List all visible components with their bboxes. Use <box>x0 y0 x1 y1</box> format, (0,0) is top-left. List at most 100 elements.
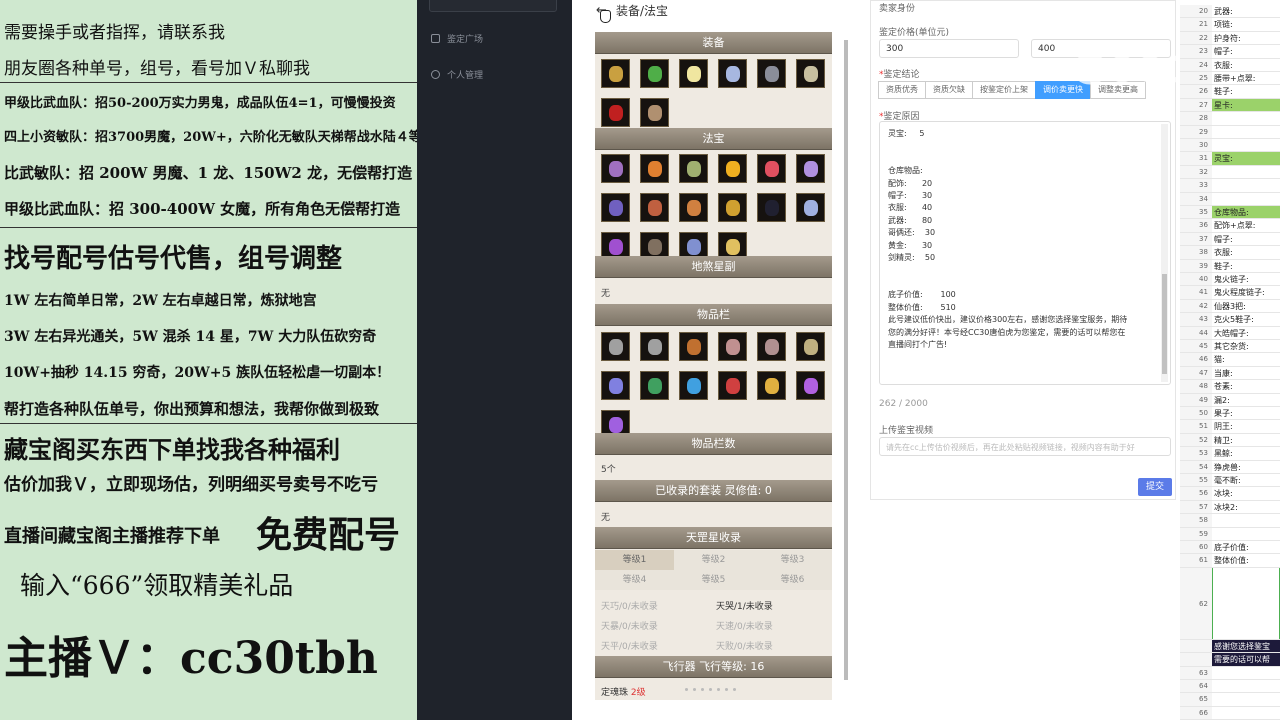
sheet-row[interactable]: 38 衣服: <box>1180 246 1280 260</box>
item-slot[interactable] <box>679 154 708 183</box>
item-slot[interactable] <box>679 193 708 222</box>
item-slot[interactable] <box>640 193 669 222</box>
tab-level[interactable]: 等级3 <box>753 550 832 570</box>
conclusion-option[interactable]: 资质优秀 <box>878 81 926 99</box>
item-slot[interactable] <box>796 371 825 400</box>
sheet-row[interactable]: 36 配饰+点翠: <box>1180 219 1280 233</box>
sheet-row[interactable]: 23 帽子: <box>1180 45 1280 59</box>
sidebar-item-square[interactable]: 鉴定广场 <box>431 32 483 45</box>
item-slot[interactable] <box>718 332 747 361</box>
sheet-row[interactable]: 61 整体价值: <box>1180 554 1280 568</box>
sheet-row[interactable]: 46 猫: <box>1180 353 1280 367</box>
sheet-row[interactable]: 47 当康: <box>1180 366 1280 381</box>
sheet-row[interactable]: 51 阴王: <box>1180 420 1280 434</box>
sheet-row[interactable]: 24 衣服: <box>1180 58 1280 72</box>
item-slot[interactable] <box>757 59 786 88</box>
sheet-row[interactable]: 39 鞋子: <box>1180 259 1280 273</box>
sheet-row[interactable]: 59 <box>1180 527 1280 541</box>
sheet-row[interactable]: 需要的话可以帮 <box>1180 653 1280 667</box>
sheet-row[interactable]: 56 冰块: <box>1180 487 1280 501</box>
item-slot[interactable] <box>796 332 825 361</box>
sidebar-select[interactable] <box>429 0 557 12</box>
tab-level[interactable]: 等级4 <box>595 570 674 590</box>
sheet-row[interactable]: 63 <box>1180 666 1280 680</box>
sheet-row[interactable]: 33 <box>1180 179 1280 193</box>
sheet-row[interactable]: 30 <box>1180 139 1280 153</box>
pagination-dots[interactable] <box>685 688 736 691</box>
item-slot[interactable] <box>679 59 708 88</box>
scrollbar[interactable] <box>844 40 848 680</box>
sheet-row[interactable]: 52 精卫: <box>1180 433 1280 448</box>
sheet-row[interactable]: 48 苍素: <box>1180 380 1280 394</box>
item-slot[interactable] <box>640 154 669 183</box>
conclusion-option[interactable]: 资质欠缺 <box>925 81 973 99</box>
item-slot[interactable] <box>640 98 669 127</box>
price-min-input[interactable]: 300 <box>879 39 1019 58</box>
item-slot[interactable] <box>718 59 747 88</box>
sheet-row[interactable]: 37 帽子: <box>1180 232 1280 247</box>
sheet-row[interactable]: 58 <box>1180 514 1280 528</box>
sheet-row[interactable]: 20 武器: <box>1180 5 1280 19</box>
item-slot[interactable] <box>796 193 825 222</box>
tab-level[interactable]: 等级6 <box>753 570 832 590</box>
sheet-row[interactable]: 35 仓库物品: <box>1180 206 1280 220</box>
sheet-row[interactable]: 44 大皓帽子: <box>1180 326 1280 340</box>
sheet-row[interactable]: 25 腰带+点翠: <box>1180 72 1280 86</box>
sheet-row[interactable]: 27 星卡: <box>1180 98 1280 113</box>
sheet-row[interactable]: 34 <box>1180 192 1280 206</box>
sheet-row[interactable]: 60 底子价值: <box>1180 541 1280 555</box>
item-slot[interactable] <box>640 371 669 400</box>
sheet-row[interactable]: 29 <box>1180 125 1280 139</box>
item-slot[interactable] <box>679 332 708 361</box>
sidebar-item-personal[interactable]: 个人管理 <box>431 68 483 81</box>
sheet-row[interactable]: 54 狰虎兽: <box>1180 460 1280 474</box>
item-slot[interactable] <box>757 371 786 400</box>
item-slot[interactable] <box>601 332 630 361</box>
sheet-row[interactable]: 49 漏2: <box>1180 393 1280 407</box>
item-slot[interactable] <box>718 154 747 183</box>
tab-level[interactable]: 等级2 <box>674 550 753 570</box>
sheet-row[interactable]: 64 <box>1180 680 1280 694</box>
sheet-row[interactable]: 21 项链: <box>1180 18 1280 32</box>
item-slot[interactable] <box>601 98 630 127</box>
sheet-row[interactable]: 45 其它杂货: <box>1180 340 1280 354</box>
tab-level[interactable]: 等级5 <box>674 570 753 590</box>
sheet-row[interactable]: 32 <box>1180 165 1280 180</box>
sheet-row[interactable]: 55 毫不断: <box>1180 474 1280 488</box>
item-slot[interactable] <box>757 193 786 222</box>
sheet-row[interactable]: 28 <box>1180 112 1280 126</box>
sheet-row[interactable]: 42 仙器3把: <box>1180 299 1280 314</box>
sheet-row[interactable]: 66 <box>1180 706 1280 720</box>
sheet-row[interactable]: 26 鞋子: <box>1180 85 1280 99</box>
sheet-row[interactable]: 65 <box>1180 693 1280 707</box>
sheet-row-large[interactable]: 62 <box>1180 567 1280 640</box>
item-slot[interactable] <box>601 154 630 183</box>
sheet-row[interactable]: 53 黑鲸: <box>1180 447 1280 461</box>
sheet-row[interactable]: 41 鬼火程度链子: <box>1180 286 1280 300</box>
item-slot[interactable] <box>718 193 747 222</box>
item-slot[interactable] <box>757 154 786 183</box>
item-slot[interactable] <box>679 371 708 400</box>
sheet-row[interactable]: 22 护身符: <box>1180 31 1280 46</box>
item-slot[interactable] <box>796 59 825 88</box>
submit-button[interactable]: 提交 <box>1138 478 1172 496</box>
item-slot[interactable] <box>796 154 825 183</box>
sheet-row[interactable]: 43 克火5鞋子: <box>1180 313 1280 327</box>
item-slot[interactable] <box>601 59 630 88</box>
sheet-row[interactable]: 感谢您选择鉴宝 <box>1180 639 1280 654</box>
item-slot[interactable] <box>601 371 630 400</box>
sheet-row[interactable]: 40 鬼火链子: <box>1180 273 1280 287</box>
conclusion-option[interactable]: 按鉴定价上架 <box>972 81 1036 99</box>
sheet-row[interactable]: 31 灵宝: <box>1180 152 1280 166</box>
sheet-row[interactable]: 50 果子: <box>1180 407 1280 421</box>
video-link-input[interactable]: 请先在cc上传估价视频后，再在此处粘贴视频链接，视频内容有助于好 <box>879 437 1171 456</box>
item-slot[interactable] <box>757 332 786 361</box>
reason-textarea[interactable]: 灵宝: 5 仓库物品: 配饰: 20 帽子: 30 衣服: 40 武器: 80 … <box>879 121 1171 385</box>
item-slot[interactable] <box>640 59 669 88</box>
item-slot[interactable] <box>601 193 630 222</box>
tab-level[interactable]: 等级1 <box>595 550 674 570</box>
textarea-scrollbar[interactable] <box>1161 124 1168 382</box>
item-slot[interactable] <box>718 371 747 400</box>
sheet-row[interactable]: 57 冰块2: <box>1180 500 1280 515</box>
item-slot[interactable] <box>640 332 669 361</box>
